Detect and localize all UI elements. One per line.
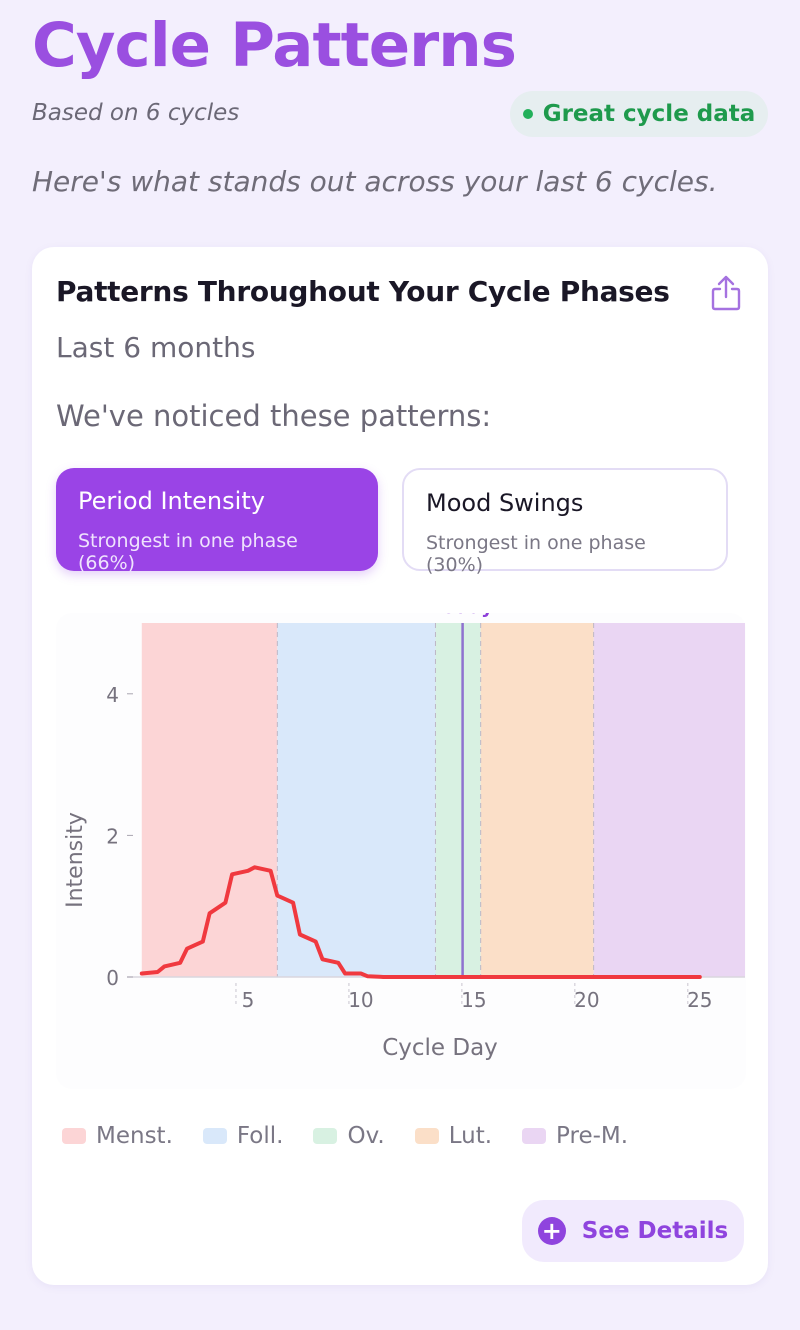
intro-text: Here's what stands out across your last … <box>32 165 718 198</box>
x-tick-label: 15 <box>461 988 486 1012</box>
legend-item-menstrual: Menst. <box>62 1123 173 1149</box>
pattern-tile-mood-swings[interactable]: Mood Swings Strongest in one phase (30%) <box>402 468 728 576</box>
data-quality-badge: Great cycle data <box>510 91 768 137</box>
legend-swatch <box>522 1128 547 1144</box>
x-tick-label: 5 <box>242 988 255 1012</box>
legend-item-premenstrual: Pre-M. <box>522 1123 628 1149</box>
card-subtitle: Last 6 months <box>56 331 256 364</box>
legend-label: Ov. <box>347 1123 385 1149</box>
phase-band-4 <box>593 623 745 977</box>
pattern-detail: Strongest in one phase (66%) <box>78 530 298 574</box>
pattern-detail: Strongest in one phase (30%) <box>426 532 646 576</box>
y-tick-label: 4 <box>106 683 119 707</box>
card-title: Patterns Throughout Your Cycle Phases <box>56 275 670 308</box>
phase-band-1 <box>277 623 436 977</box>
see-details-button[interactable]: + See Details <box>522 1200 744 1262</box>
cycle-phase-chart: 0 2 4 5 10 15 20 25 Cycle Day Intensity Today <box>56 613 746 1089</box>
legend-label: Menst. <box>96 1123 173 1149</box>
y-axis-label: Intensity <box>63 812 88 908</box>
today-label: Today <box>432 613 494 618</box>
legend-label: Foll. <box>236 1123 284 1149</box>
y-tick-label: 0 <box>106 966 119 990</box>
legend-label: Pre-M. <box>556 1123 629 1149</box>
x-axis-label: Cycle Day <box>382 1035 498 1061</box>
legend-item-ovulation: Ov. <box>313 1123 385 1149</box>
share-icon <box>711 275 741 311</box>
share-button[interactable] <box>708 273 744 313</box>
x-tick-label: 10 <box>348 988 373 1012</box>
cycle-count-caption: Based on 6 cycles <box>32 100 240 126</box>
chart-svg: 0 2 4 5 10 15 20 25 Cycle Day Intensity Today <box>63 613 745 1061</box>
legend-item-follicular: Foll. <box>202 1123 284 1149</box>
pattern-name: Mood Swings <box>426 489 584 517</box>
legend-swatch <box>202 1128 227 1144</box>
patterns-notice: We've noticed these patterns: <box>56 399 492 433</box>
patterns-card: Patterns Throughout Your Cycle Phases La… <box>32 247 768 1285</box>
phase-band-0 <box>141 623 278 977</box>
plus-icon: + <box>537 1217 566 1245</box>
legend-swatch <box>62 1128 86 1144</box>
pattern-tile-period-intensity[interactable]: Period Intensity Strongest in one phase … <box>56 468 378 574</box>
phase-band-2 <box>435 623 481 977</box>
data-quality-label: Great cycle data <box>542 101 756 127</box>
pattern-name: Period Intensity <box>78 487 265 515</box>
x-tick-label: 25 <box>687 988 712 1012</box>
y-tick-label: 2 <box>106 824 119 848</box>
phase-band-3 <box>480 623 594 977</box>
x-tick-label: 20 <box>574 988 599 1012</box>
status-dot-icon <box>522 109 533 119</box>
phase-legend: Menst. Foll. Ov. Lut. Pre-M. <box>62 1123 628 1149</box>
page-title: Cycle Patterns <box>32 10 517 81</box>
legend-swatch <box>313 1128 338 1144</box>
legend-swatch <box>414 1128 439 1144</box>
legend-label: Lut. <box>448 1123 493 1149</box>
legend-item-luteal: Lut. <box>414 1123 493 1149</box>
see-details-label: See Details <box>581 1218 729 1244</box>
